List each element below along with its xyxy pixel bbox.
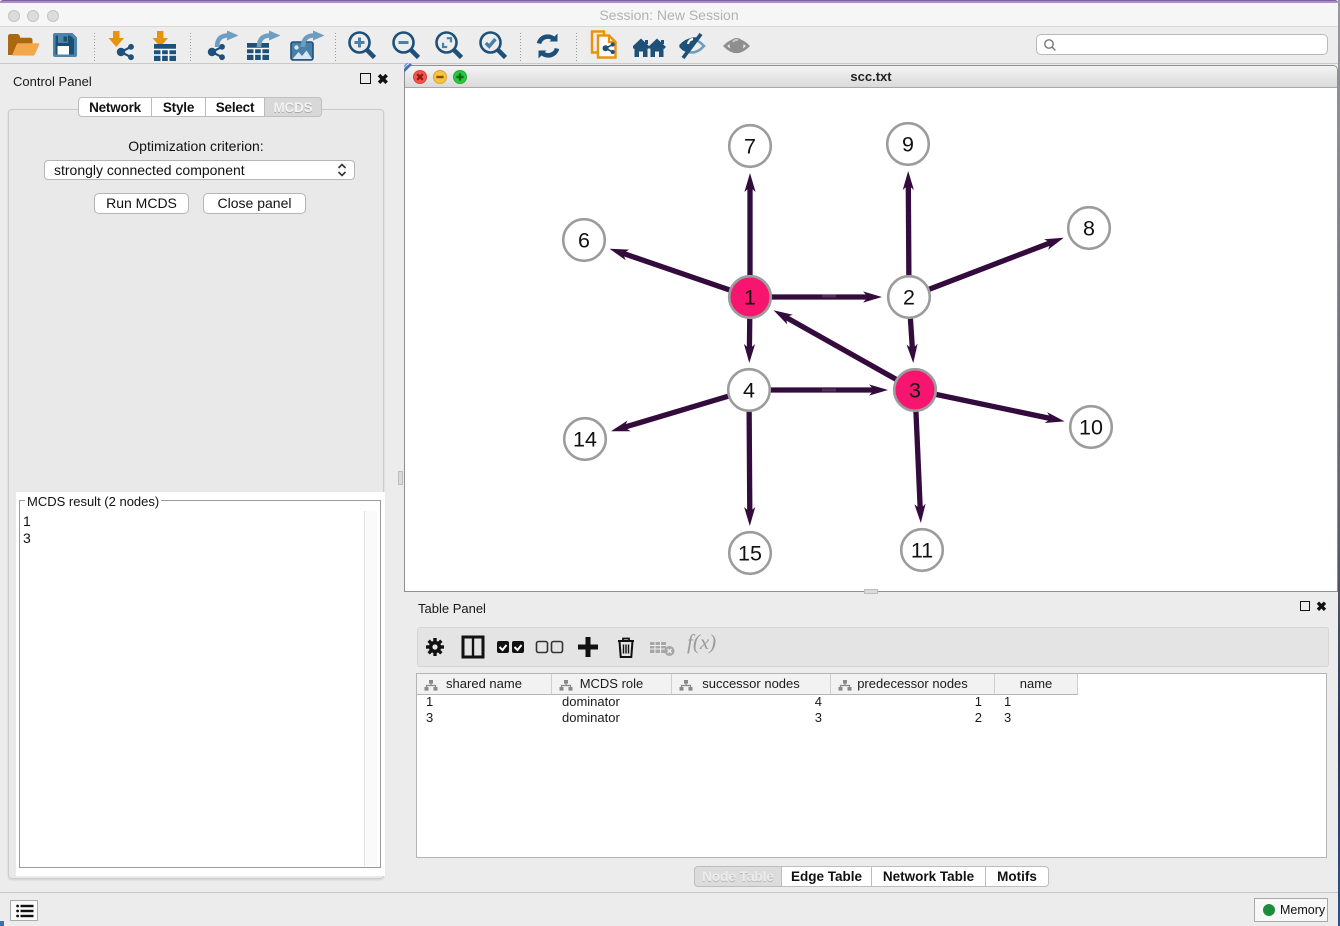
svg-text:3: 3 bbox=[909, 379, 921, 403]
svg-text:9: 9 bbox=[902, 133, 914, 157]
svg-text:1: 1 bbox=[744, 286, 756, 310]
svg-text:10: 10 bbox=[1079, 416, 1103, 440]
svg-text:15: 15 bbox=[738, 542, 762, 566]
svg-text:2: 2 bbox=[903, 286, 915, 310]
svg-text:6: 6 bbox=[578, 229, 590, 253]
svg-text:7: 7 bbox=[744, 135, 756, 159]
svg-text:11: 11 bbox=[911, 539, 933, 563]
svg-text:8: 8 bbox=[1083, 217, 1095, 241]
svg-text:14: 14 bbox=[573, 428, 597, 452]
svg-text:4: 4 bbox=[743, 379, 755, 403]
